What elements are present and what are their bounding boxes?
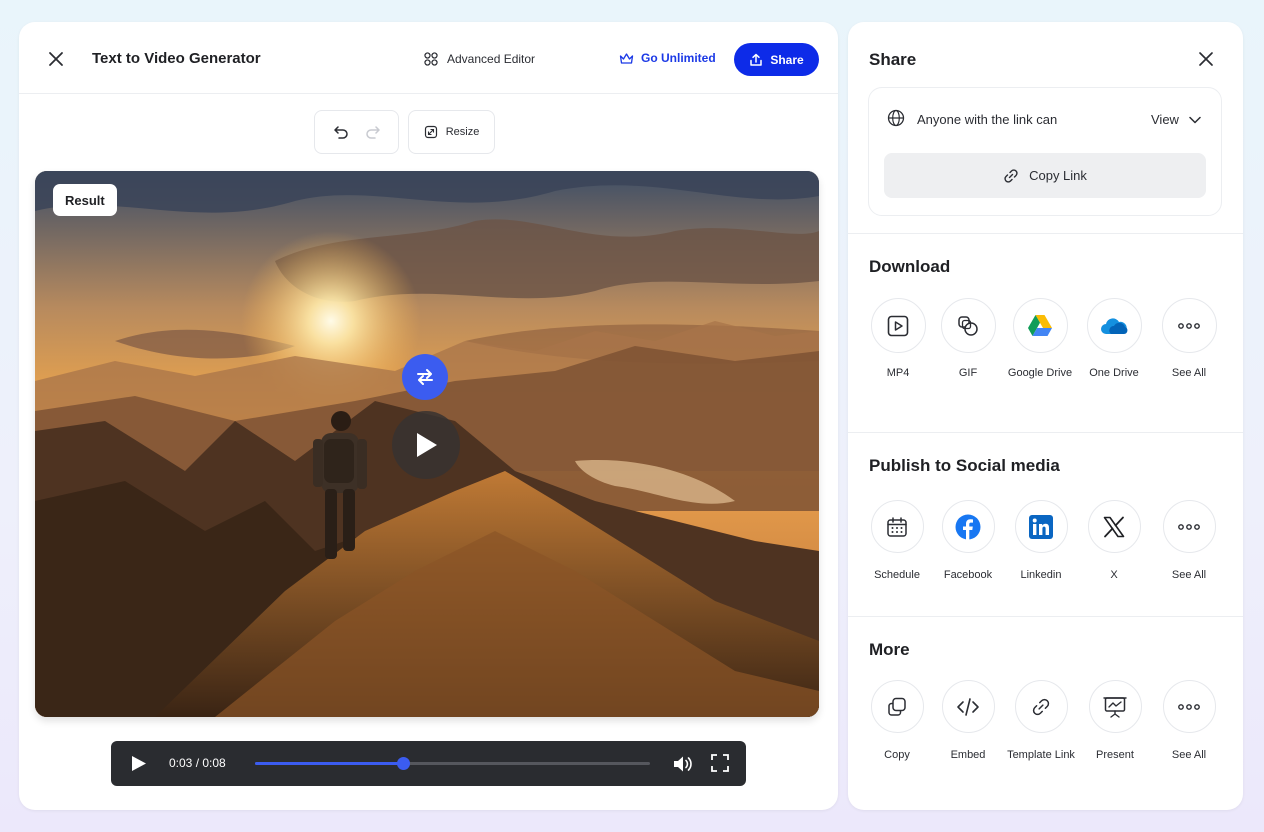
seek-progress: [255, 762, 404, 765]
option-label: X: [1110, 569, 1118, 581]
option-label: Google Drive: [1007, 367, 1073, 379]
divider: [848, 233, 1243, 234]
page-title: Text to Video Generator: [92, 50, 261, 67]
option-label: Present: [1096, 749, 1134, 761]
copy-icon: [888, 697, 906, 716]
more-icon: [1178, 322, 1200, 329]
play-icon: [417, 433, 437, 457]
resize-icon: [424, 125, 437, 139]
crown-icon: [619, 52, 634, 64]
upload-icon: [750, 53, 763, 66]
option-label: Template Link: [1007, 749, 1075, 761]
seek-bar[interactable]: [255, 757, 650, 770]
seek-handle[interactable]: [397, 757, 411, 770]
redo-icon[interactable]: [364, 123, 382, 141]
google-drive-icon: [1028, 315, 1052, 336]
download-see-all-option[interactable]: See All: [1152, 298, 1226, 381]
copy-link-label: Copy Link: [1029, 168, 1087, 183]
resize-label: Resize: [445, 126, 480, 138]
compare-swap-button[interactable]: [402, 354, 448, 400]
advanced-editor-icon: [424, 52, 438, 66]
share-button[interactable]: Share: [734, 43, 819, 76]
option-label: See All: [1171, 749, 1207, 761]
social-linkedin-option[interactable]: Linkedin: [1004, 500, 1078, 583]
video-player-controls: 0:03 / 0:08: [111, 741, 746, 786]
close-icon[interactable]: [1196, 49, 1216, 69]
social-facebook-option[interactable]: Facebook: [931, 500, 1005, 583]
undo-redo-group: [314, 110, 399, 154]
option-label: Linkedin: [1020, 569, 1062, 581]
more-copy-option[interactable]: Copy: [860, 680, 934, 763]
download-gif-option[interactable]: GIF: [931, 298, 1005, 381]
more-title: More: [869, 640, 910, 659]
option-label: MP4: [886, 367, 910, 379]
permission-dropdown[interactable]: View: [1151, 112, 1201, 127]
download-google-drive-option[interactable]: Google Drive: [1003, 298, 1077, 381]
result-preview: Result: [35, 171, 819, 717]
more-present-option[interactable]: Present: [1078, 680, 1152, 763]
result-badge: Result: [53, 184, 117, 216]
play-icon[interactable]: [131, 755, 147, 772]
option-label: One Drive: [1089, 367, 1139, 379]
share-panel-title: Share: [869, 50, 917, 69]
option-label: GIF: [958, 367, 978, 379]
share-panel: Share Anyone with the link can View Copy…: [848, 22, 1243, 810]
link-sharing-card: Anyone with the link can View Copy Link: [868, 87, 1222, 216]
gif-icon: [958, 315, 978, 336]
calendar-icon: [887, 516, 907, 537]
more-icon: [1178, 703, 1200, 710]
advanced-editor-label: Advanced Editor: [447, 52, 536, 66]
option-label: See All: [1171, 367, 1207, 379]
option-label: Facebook: [943, 569, 993, 581]
go-unlimited-label: Go Unlimited: [641, 51, 716, 65]
fullscreen-icon[interactable]: [710, 753, 730, 773]
embed-icon: [957, 697, 979, 716]
more-icon: [1178, 523, 1200, 530]
video-file-icon: [887, 315, 909, 336]
linkedin-icon: [1029, 514, 1053, 539]
globe-icon: [887, 109, 905, 127]
editor-panel: Text to Video Generator Advanced Editor …: [19, 22, 838, 810]
social-x-option[interactable]: X: [1077, 500, 1151, 583]
present-icon: [1103, 696, 1127, 718]
onedrive-icon: [1101, 317, 1128, 334]
resize-button[interactable]: Resize: [408, 110, 495, 154]
editor-header: Text to Video Generator Advanced Editor …: [19, 22, 838, 94]
divider: [848, 616, 1243, 617]
link-icon: [1032, 698, 1050, 715]
social-schedule-option[interactable]: Schedule: [860, 500, 934, 583]
link-access-label: Anyone with the link can: [917, 112, 1058, 127]
playback-time: 0:03 / 0:08: [169, 756, 226, 770]
download-onedrive-option[interactable]: One Drive: [1077, 298, 1151, 381]
swap-arrows-icon: [417, 369, 433, 385]
more-embed-option[interactable]: Embed: [931, 680, 1005, 763]
download-mp4-option[interactable]: MP4: [861, 298, 935, 381]
volume-icon[interactable]: [672, 754, 694, 774]
option-label: Copy: [884, 749, 910, 761]
go-unlimited-button[interactable]: Go Unlimited: [619, 51, 716, 65]
option-label: Embed: [950, 749, 986, 761]
divider: [848, 432, 1243, 433]
chevron-down-icon: [1189, 116, 1201, 123]
link-icon: [1004, 168, 1018, 183]
share-label: Share: [770, 52, 804, 67]
more-template-link-option[interactable]: Template Link: [1004, 680, 1078, 763]
option-label: See All: [1171, 569, 1207, 581]
play-overlay-button[interactable]: [392, 411, 460, 479]
more-see-all-option[interactable]: See All: [1152, 680, 1226, 763]
download-title: Download: [869, 257, 951, 276]
copy-link-button[interactable]: Copy Link: [884, 153, 1206, 198]
permission-value: View: [1151, 112, 1179, 127]
x-icon: [1103, 516, 1125, 537]
facebook-icon: [955, 514, 981, 539]
undo-icon[interactable]: [332, 123, 350, 141]
social-see-all-option[interactable]: See All: [1152, 500, 1226, 583]
option-label: Schedule: [874, 569, 920, 581]
advanced-editor-button[interactable]: Advanced Editor: [423, 51, 535, 67]
social-title: Publish to Social media: [869, 456, 1060, 475]
close-icon[interactable]: [45, 48, 67, 70]
